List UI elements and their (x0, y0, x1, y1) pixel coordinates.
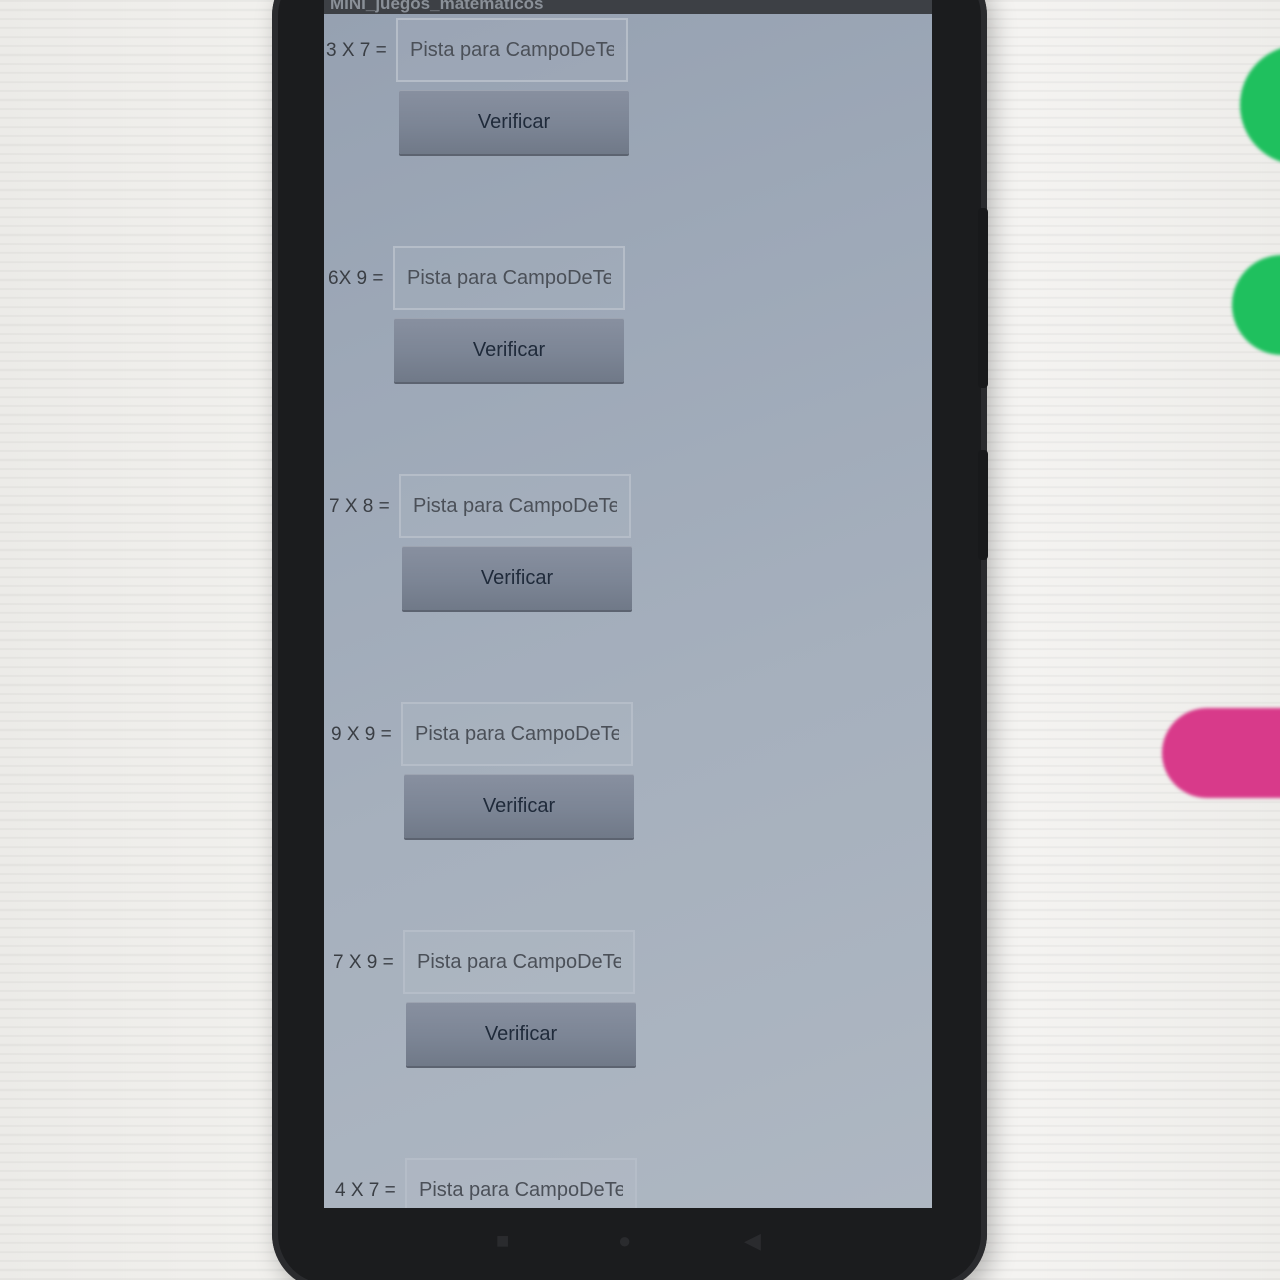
recent-apps-icon[interactable]: ■ (496, 1228, 509, 1254)
question-label: 3 X 7 = (326, 40, 387, 61)
answer-input[interactable] (399, 474, 631, 538)
question-label: 9 X 9 = (331, 724, 392, 745)
back-icon[interactable]: ◀ (744, 1228, 761, 1254)
question-label: 4 X 7 = (335, 1180, 396, 1201)
answer-input[interactable] (393, 246, 625, 310)
verify-button[interactable]: Verificar (399, 90, 629, 154)
question-label: 7 X 9 = (333, 952, 394, 973)
verify-button[interactable]: Verificar (406, 1002, 636, 1066)
app-action-bar: MINI_juegos_matematicos (324, 0, 932, 14)
android-nav-bar: ■ ● ◀ (324, 1208, 932, 1268)
app-title: MINI_juegos_matematicos (330, 0, 544, 13)
verify-button[interactable]: Verificar (404, 774, 634, 838)
green-marker-mark (1232, 255, 1280, 355)
green-marker-mark (1240, 45, 1280, 165)
home-icon[interactable]: ● (618, 1228, 631, 1254)
volume-button (978, 208, 988, 388)
answer-input[interactable] (401, 702, 633, 766)
verify-button[interactable]: Verificar (394, 318, 624, 382)
answer-input[interactable] (403, 930, 635, 994)
verify-button[interactable]: Verificar (402, 546, 632, 610)
answer-input[interactable] (396, 18, 628, 82)
question-label: 6X 9 = (328, 268, 384, 289)
pink-marker-mark (1162, 708, 1280, 798)
question-label: 7 X 8 = (329, 496, 390, 517)
answer-input[interactable] (405, 1158, 637, 1208)
power-button (978, 450, 988, 560)
app-screen: 3 X 7 = Verificar 6X 9 = Verificar 7 X 8… (324, 14, 932, 1208)
